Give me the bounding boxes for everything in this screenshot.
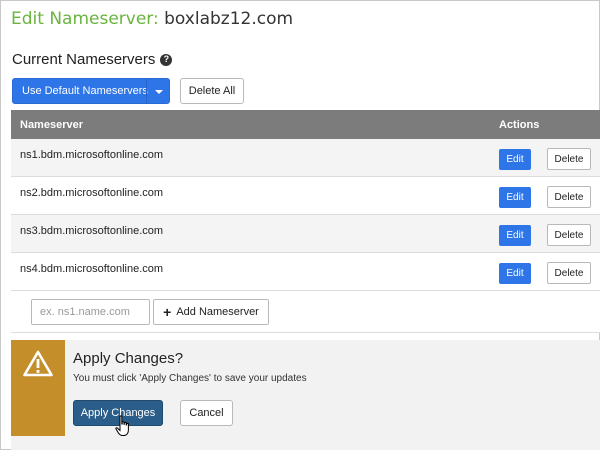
table-row: ns3.bdm.microsoftonline.com Edit Delete: [11, 215, 600, 253]
caret-down-icon[interactable]: [155, 90, 163, 94]
warning-block: [11, 340, 65, 436]
add-nameserver-row: + Add Nameserver: [11, 291, 600, 333]
use-default-nameservers-button[interactable]: Use Default Nameservers: [12, 78, 170, 104]
section-title-text: Current Nameservers: [12, 51, 156, 68]
table-row: ns2.bdm.microsoftonline.com Edit Delete: [11, 177, 600, 215]
apply-changes-message: You must click 'Apply Changes' to save y…: [73, 373, 307, 384]
cancel-button[interactable]: Cancel: [180, 400, 233, 426]
edit-button[interactable]: Edit: [499, 263, 531, 284]
question-circle-icon[interactable]: ?: [160, 53, 173, 66]
delete-button[interactable]: Delete: [547, 148, 591, 170]
add-nameserver-button[interactable]: + Add Nameserver: [153, 299, 269, 325]
add-nameserver-label: Add Nameserver: [176, 306, 259, 318]
nameserver-table: Nameserver Actions ns1.bdm.microsoftonli…: [11, 110, 600, 333]
page-title-domain: boxlabz12.com: [164, 9, 294, 29]
table-row: ns4.bdm.microsoftonline.com Edit Delete: [11, 253, 600, 291]
column-header-actions: Actions: [499, 119, 540, 131]
nameserver-value: ns2.bdm.microsoftonline.com: [20, 187, 164, 199]
edit-button[interactable]: Edit: [499, 149, 531, 170]
nameserver-value: ns1.bdm.microsoftonline.com: [20, 149, 164, 161]
table-row: ns1.bdm.microsoftonline.com Edit Delete: [11, 139, 600, 177]
nameserver-value: ns4.bdm.microsoftonline.com: [20, 263, 164, 275]
delete-button[interactable]: Delete: [547, 186, 591, 208]
column-header-nameserver: Nameserver: [20, 119, 83, 131]
apply-changes-title: Apply Changes?: [73, 350, 184, 367]
delete-button[interactable]: Delete: [547, 224, 591, 246]
warning-triangle-icon: [23, 350, 53, 377]
section-title: Current Nameservers ?: [12, 51, 173, 68]
page-title-label: Edit Nameserver:: [11, 9, 159, 29]
delete-all-button[interactable]: Delete All: [180, 78, 244, 104]
delete-button[interactable]: Delete: [547, 262, 591, 284]
table-header: Nameserver Actions: [11, 110, 600, 139]
hand-pointer-cursor-icon: [115, 415, 129, 436]
plus-icon: +: [163, 304, 172, 320]
edit-button[interactable]: Edit: [499, 225, 531, 246]
dropdown-separator: [146, 79, 147, 103]
nameserver-value: ns3.bdm.microsoftonline.com: [20, 225, 164, 237]
page-title: Edit Nameserver: boxlabz12.com: [11, 9, 293, 29]
use-default-nameservers-label: Use Default Nameservers: [22, 85, 148, 97]
edit-button[interactable]: Edit: [499, 187, 531, 208]
nameserver-input[interactable]: [31, 299, 150, 325]
apply-changes-panel: Apply Changes? You must click 'Apply Cha…: [11, 340, 600, 450]
